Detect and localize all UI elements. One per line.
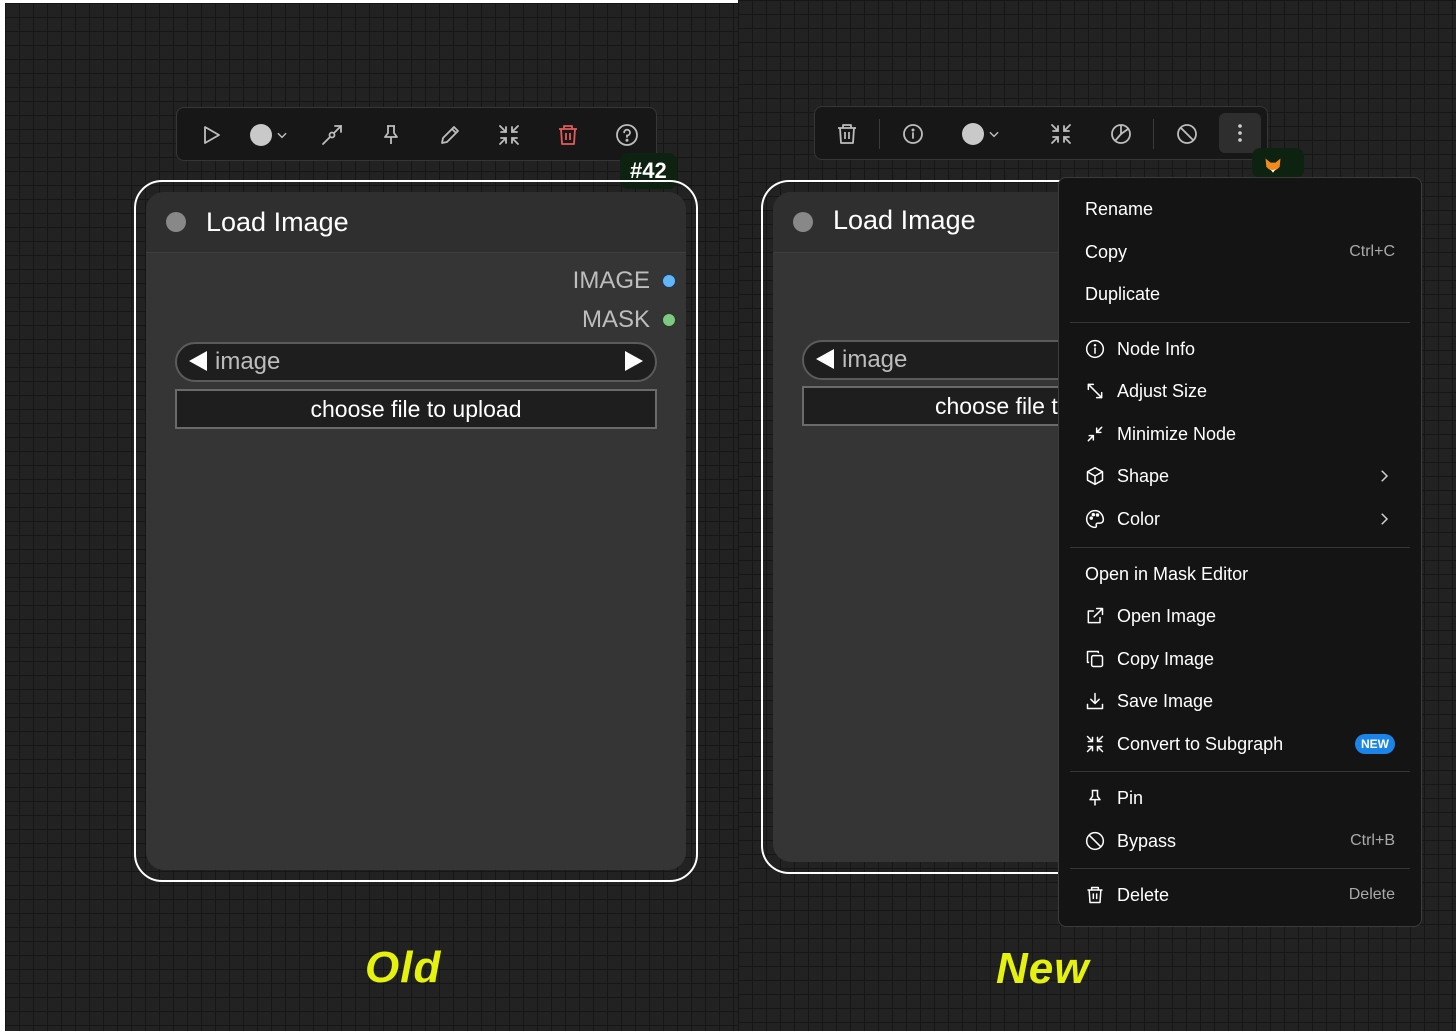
shortcut-label: Ctrl+B: [1350, 832, 1395, 849]
toolbar-divider: [879, 119, 880, 149]
pin-icon: [1089, 789, 1101, 806]
play-icon: [204, 126, 220, 144]
info-icon: [903, 124, 923, 144]
collapse-button[interactable]: [495, 121, 523, 149]
output-slot-mask-label: MASK: [581, 306, 650, 333]
color-picker-button[interactable]: [961, 120, 1005, 148]
delete-node-button[interactable]: [833, 120, 861, 148]
menu-item-save-image[interactable]: Save Image: [1059, 682, 1421, 720]
fox-emoji-icon: [1265, 158, 1281, 173]
menu-item-open-mask-editor[interactable]: Open in Mask Editor: [1059, 555, 1421, 593]
menu-item-minimize-node[interactable]: Minimize Node: [1059, 415, 1421, 453]
output-slot-mask[interactable]: [662, 313, 676, 327]
menu-item-pin[interactable]: Pin: [1059, 779, 1421, 817]
download-icon: [1086, 692, 1104, 710]
menu-item-node-info[interactable]: Node Info: [1059, 330, 1421, 368]
upload-button[interactable]: choose file to upload: [175, 389, 657, 429]
load-image-node[interactable]: Load Image IMAGE MASK image choose file …: [146, 192, 686, 870]
menu-divider: [1070, 322, 1410, 323]
new-caption: New: [996, 944, 1090, 993]
minimize-icon: [1087, 426, 1103, 442]
pencil-icon: [441, 126, 459, 144]
menu-divider: [1070, 771, 1410, 772]
output-slot-image-label: IMAGE: [572, 267, 650, 294]
collapse-button[interactable]: [1047, 120, 1075, 148]
image-combo-widget[interactable]: image: [175, 342, 657, 382]
info-icon: [1085, 339, 1105, 359]
menu-item-delete[interactable]: Delete Delete: [1059, 876, 1421, 914]
palette-icon: [1086, 509, 1105, 529]
chevron-right-icon: [1381, 470, 1389, 482]
chevron-down-icon: [989, 131, 999, 138]
collapse-dot[interactable]: [166, 212, 186, 232]
help-icon: [616, 124, 638, 146]
color-picker-button[interactable]: [249, 121, 293, 149]
delete-node-button[interactable]: [554, 121, 582, 149]
combo-prev-arrow[interactable]: [189, 351, 207, 371]
collapse-icon: [499, 125, 519, 145]
collapse-icon: [1086, 735, 1104, 753]
collapse-dot[interactable]: [793, 212, 813, 232]
palette-icon: [1111, 124, 1131, 144]
combo-prev-arrow[interactable]: [816, 349, 834, 369]
shortcut-label: Delete: [1348, 886, 1395, 903]
trash-icon: [838, 124, 856, 144]
node-info-button[interactable]: [899, 120, 927, 148]
combo-next-arrow[interactable]: [625, 351, 643, 371]
load-image-node[interactable]: Load Image image choose file to upload: [773, 192, 1103, 862]
menu-item-open-image[interactable]: Open Image: [1059, 597, 1421, 635]
output-slot-image[interactable]: [662, 274, 676, 288]
resize-icon: [1087, 383, 1103, 399]
pen-link-icon: [322, 125, 342, 145]
menu-item-adjust-size[interactable]: Adjust Size: [1059, 372, 1421, 410]
external-link-icon: [1087, 607, 1104, 624]
chevron-right-icon: [1381, 513, 1389, 525]
chevron-down-icon: [277, 132, 287, 139]
color-circle-icon: [962, 123, 984, 145]
old-caption: Old: [365, 943, 442, 992]
pin-icon: [384, 125, 398, 144]
old-node-toolbar: [176, 107, 657, 161]
cube-icon: [1086, 466, 1104, 486]
edit-title-button[interactable]: [436, 121, 464, 149]
menu-item-bypass[interactable]: Bypass Ctrl+B: [1059, 822, 1421, 860]
bypass-icon: [1085, 831, 1105, 851]
menu-item-copy-image[interactable]: Copy Image: [1059, 640, 1421, 678]
menu-item-convert-subgraph[interactable]: Convert to Subgraph NEW: [1059, 725, 1421, 763]
more-options-button[interactable]: [1219, 113, 1261, 153]
trash-icon: [559, 125, 577, 145]
menu-divider: [1070, 547, 1410, 548]
run-button[interactable]: [197, 121, 225, 149]
bypass-icon: [1177, 124, 1197, 144]
link-node-button[interactable]: [318, 121, 346, 149]
node-title: Load Image: [833, 205, 976, 235]
menu-item-copy[interactable]: Copy Ctrl+C: [1059, 233, 1421, 271]
more-vertical-icon: [1238, 124, 1242, 142]
pin-button[interactable]: [377, 121, 405, 149]
collapse-icon: [1051, 124, 1071, 144]
menu-item-color[interactable]: Color: [1059, 500, 1421, 538]
help-button[interactable]: [613, 121, 641, 149]
new-badge: NEW: [1355, 734, 1395, 754]
combo-label: image: [215, 348, 281, 375]
menu-divider: [1070, 868, 1410, 869]
bypass-button[interactable]: [1173, 120, 1201, 148]
menu-item-duplicate[interactable]: Duplicate: [1059, 275, 1421, 313]
node-header[interactable]: Load Image: [773, 192, 1103, 253]
toolbar-divider: [1153, 119, 1154, 149]
new-node-toolbar: [814, 106, 1268, 160]
copy-icon: [1086, 650, 1104, 668]
menu-item-shape[interactable]: Shape: [1059, 457, 1421, 495]
node-header[interactable]: Load Image: [146, 192, 686, 253]
node-context-menu: Rename Copy Ctrl+C Duplicate Node Info A…: [1058, 177, 1422, 927]
node-title: Load Image: [206, 207, 349, 237]
shortcut-label: Ctrl+C: [1349, 243, 1395, 260]
trash-icon: [1087, 886, 1103, 904]
combo-label: image: [842, 346, 908, 373]
old-canvas-panel: #42 Load Image IMAGE MASK image choose f…: [5, 3, 738, 1031]
color-circle-icon: [250, 124, 272, 146]
menu-item-rename[interactable]: Rename: [1059, 190, 1421, 228]
shape-button[interactable]: [1107, 120, 1135, 148]
